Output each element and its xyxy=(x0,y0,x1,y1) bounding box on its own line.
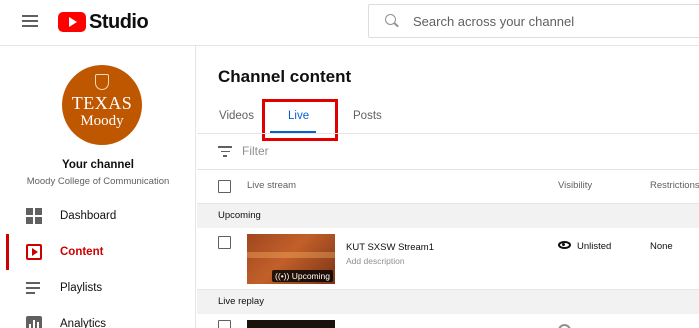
menu-icon[interactable] xyxy=(22,13,40,29)
section-label: Live replay xyxy=(218,296,264,307)
sidebar-item-label: Analytics xyxy=(60,318,107,328)
top-header: Studio xyxy=(0,0,699,44)
filter-input[interactable] xyxy=(242,144,542,158)
filter-icon[interactable] xyxy=(218,146,232,160)
avatar-text-texas: TEXAS xyxy=(71,93,133,113)
row-checkbox[interactable] xyxy=(218,320,231,328)
restrictions-value: None xyxy=(650,241,673,252)
section-header-live-replay: Live replay xyxy=(197,290,699,314)
search-icon[interactable] xyxy=(385,14,399,28)
section-header-upcoming: Upcoming xyxy=(197,204,699,228)
sidebar-item-label: Content xyxy=(60,246,104,258)
youtube-play-icon xyxy=(58,12,86,32)
sidebar-item-dashboard[interactable]: Dashboard xyxy=(0,198,196,234)
sidebar-item-analytics[interactable]: Analytics xyxy=(0,306,196,328)
table-header: Live stream Visibility Restrictions xyxy=(197,170,699,204)
channel-name: Moody College of Communication xyxy=(26,176,170,187)
analytics-icon xyxy=(26,316,42,328)
video-thumbnail[interactable]: ((•)) Upcoming xyxy=(247,234,335,284)
sidebar-item-label: Dashboard xyxy=(60,210,117,222)
avatar-text-moody: Moody xyxy=(80,113,124,129)
channel-title: Your channel xyxy=(62,159,134,171)
select-all-checkbox[interactable] xyxy=(218,180,231,193)
thumbnail-graphic xyxy=(247,252,335,258)
filter-row xyxy=(197,134,699,170)
sidebar: TEXAS Moody Your channel Moody College o… xyxy=(0,46,196,328)
column-header-visibility[interactable]: Visibility xyxy=(558,180,592,191)
content-icon xyxy=(26,244,42,260)
upcoming-badge: ((•)) Upcoming xyxy=(272,270,333,282)
eye-icon xyxy=(558,241,571,249)
stream-description: Add description xyxy=(346,256,405,266)
sidebar-item-playlists[interactable]: Playlists xyxy=(0,270,196,306)
tab-posts[interactable]: Posts xyxy=(353,110,382,122)
visibility-value[interactable]: Unlisted xyxy=(577,241,611,252)
column-header-restrictions[interactable]: Restrictions xyxy=(650,180,699,191)
stream-title[interactable]: KUT SXSW Stream1 xyxy=(346,242,434,253)
shield-icon xyxy=(95,74,109,90)
studio-logo[interactable]: Studio xyxy=(58,10,149,34)
channel-avatar[interactable]: TEXAS Moody xyxy=(62,65,142,145)
search-input[interactable] xyxy=(413,13,673,29)
main-content: Channel content Videos Live Posts Live s… xyxy=(197,46,699,328)
playlists-icon xyxy=(26,282,42,298)
dashboard-icon xyxy=(26,208,42,224)
badge-label: Upcoming xyxy=(291,271,330,281)
tab-videos[interactable]: Videos xyxy=(219,110,254,122)
search-bar xyxy=(368,4,699,38)
table-row[interactable] xyxy=(197,314,699,328)
live-broadcast-icon: ((•)) xyxy=(275,271,292,281)
eye-icon xyxy=(558,324,571,328)
row-checkbox[interactable] xyxy=(218,236,231,249)
video-thumbnail[interactable] xyxy=(247,320,335,328)
sidebar-item-label: Playlists xyxy=(60,282,103,294)
column-header-live-stream[interactable]: Live stream xyxy=(247,180,296,191)
page-title: Channel content xyxy=(218,67,352,86)
section-label: Upcoming xyxy=(218,210,261,221)
sidebar-item-content[interactable]: Content xyxy=(0,234,196,270)
table-row[interactable]: ((•)) Upcoming KUT SXSW Stream1 Add desc… xyxy=(197,228,699,290)
logo-text: Studio xyxy=(89,10,149,33)
